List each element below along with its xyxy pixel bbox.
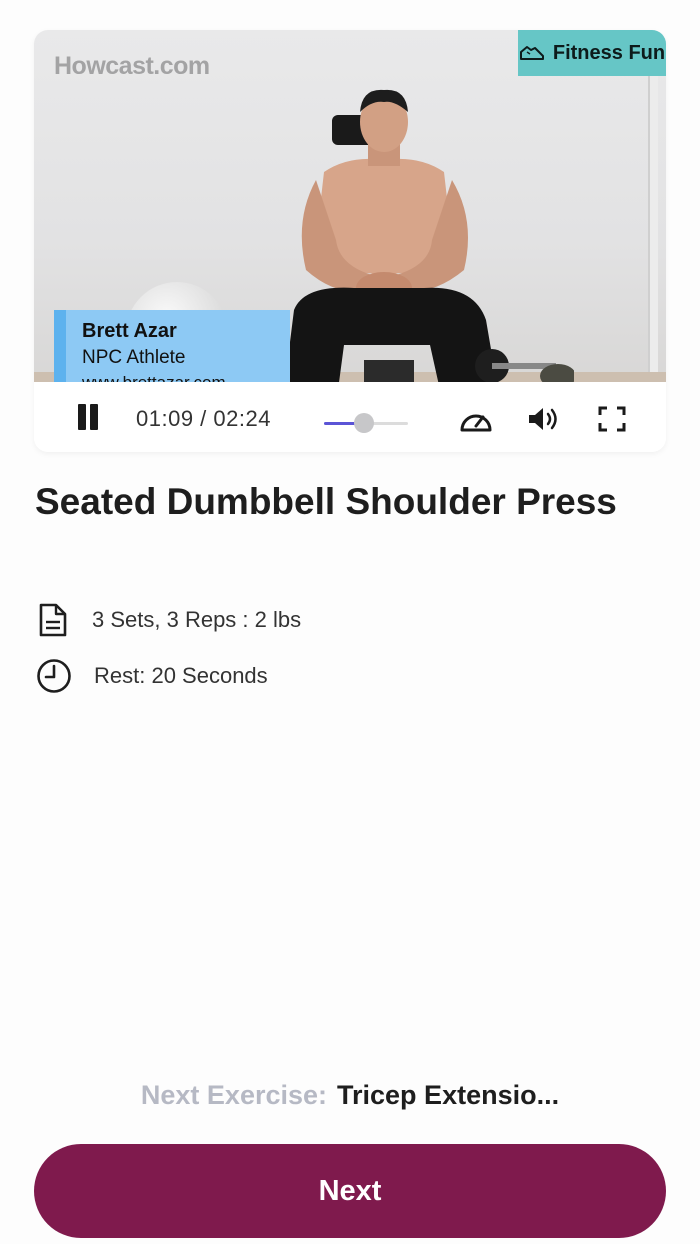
next-button[interactable]: Next xyxy=(34,1144,666,1238)
lower-third-caption: Brett Azar NPC Athlete www.brettazar.com xyxy=(54,310,290,382)
fullscreen-icon[interactable] xyxy=(594,404,630,434)
rest-info: Rest: 20 Seconds xyxy=(36,658,268,694)
sets-reps-text: 3 Sets, 3 Reps : 2 lbs xyxy=(92,607,302,632)
speed-icon[interactable] xyxy=(458,404,494,434)
athlete-figure xyxy=(285,89,497,382)
pause-icon[interactable] xyxy=(74,404,102,430)
caption-name: Brett Azar xyxy=(82,320,177,342)
volume-icon[interactable] xyxy=(526,404,562,434)
seek-bar[interactable] xyxy=(324,413,408,433)
exercise-title: Seated Dumbbell Shoulder Press xyxy=(35,481,617,522)
document-icon xyxy=(39,603,67,637)
channel-badge[interactable]: Fitness Fun xyxy=(518,30,666,76)
next-exercise-label: Next Exercise: xyxy=(140,1080,328,1110)
clock-icon xyxy=(37,659,71,693)
watermark-logo: Howcast.com xyxy=(54,52,210,80)
caption-role: NPC Athlete xyxy=(82,347,186,368)
video-frame[interactable]: Howcast.com Fitness Fun Brett Azar NPC A… xyxy=(34,30,666,382)
channel-name: Fitness Fun xyxy=(552,41,666,64)
workout-screen: Howcast.com Fitness Fun Brett Azar NPC A… xyxy=(0,0,700,1244)
sets-info: 3 Sets, 3 Reps : 2 lbs xyxy=(36,602,301,638)
video-controls: 01:09 / 02:24 xyxy=(34,382,666,452)
rest-text: Rest: 20 Seconds xyxy=(94,663,268,688)
next-exercise-preview: Next Exercise: Tricep Extensio... xyxy=(0,1080,700,1111)
sneaker-icon xyxy=(519,46,544,60)
caption-url: www.brettazar.com xyxy=(82,373,290,382)
next-exercise-name: Tricep Extensio... xyxy=(337,1080,560,1110)
playback-time: 01:09 / 02:24 xyxy=(136,406,271,431)
dumbbell xyxy=(475,349,574,382)
wall-edge xyxy=(648,75,658,375)
video-player[interactable]: Howcast.com Fitness Fun Brett Azar NPC A… xyxy=(34,30,666,452)
seek-thumb[interactable] xyxy=(354,413,375,433)
